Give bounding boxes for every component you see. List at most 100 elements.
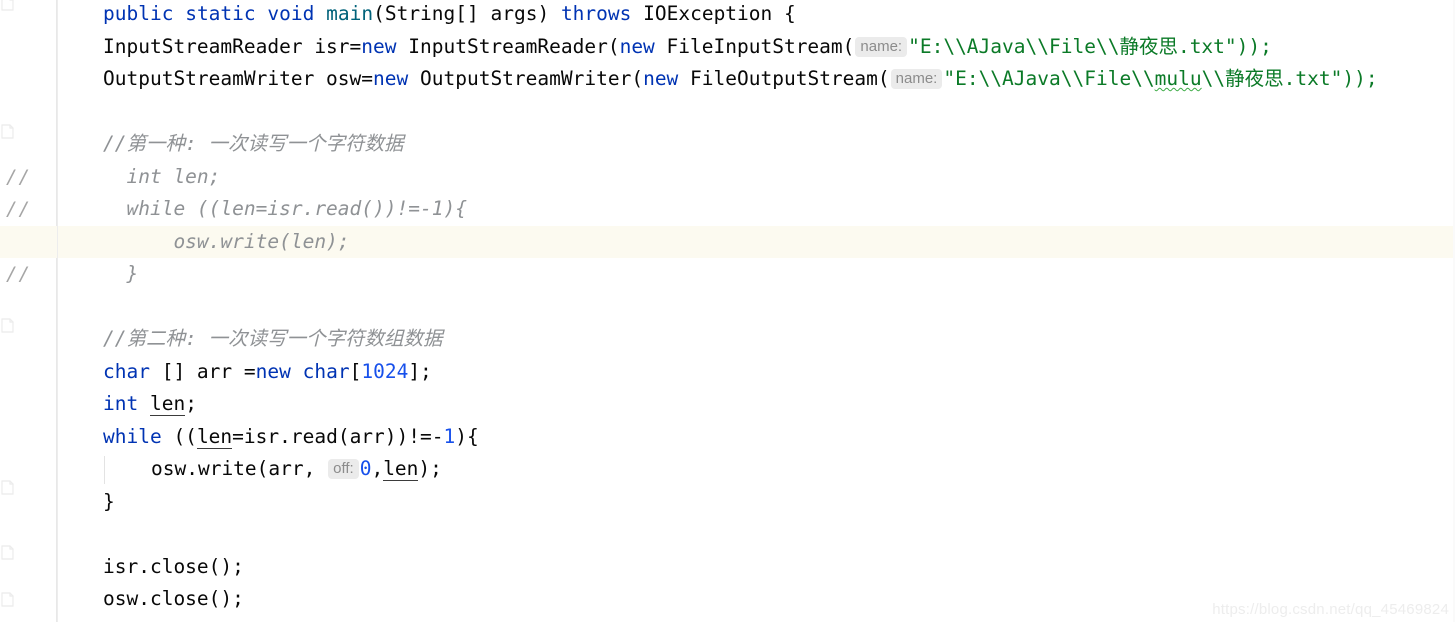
code-line[interactable]: [57, 96, 1455, 128]
code-token-cmt: int len;: [103, 164, 221, 188]
code-token-kw: new: [255, 359, 291, 383]
code-token-plain: InputStreamReader isr=: [103, 34, 362, 58]
code-line[interactable]: InputStreamReader isr= new InputStreamRea…: [57, 31, 1455, 63]
code-line-text: }: [57, 486, 115, 518]
gutter-comment-marker: //: [6, 198, 31, 220]
code-token-plain: =isr.read(arr))!=-: [232, 424, 444, 448]
code-fold-icon[interactable]: [1, 545, 14, 560]
code-token-plain: ((: [161, 424, 197, 448]
code-line[interactable]: }: [57, 258, 1455, 290]
code-token-str: \\静夜思.txt"));: [1201, 67, 1378, 90]
code-fold-icon[interactable]: [1, 592, 14, 607]
code-fold-icon[interactable]: [1, 480, 14, 495]
code-fold-icon[interactable]: [1, 124, 14, 139]
code-line-text: osw.close();: [57, 583, 244, 615]
code-token-cmt: }: [103, 262, 139, 285]
gutter-comment-marker: //: [6, 263, 31, 285]
cjk-text: 第一种: [126, 132, 185, 155]
code-token-num: 1: [443, 424, 456, 448]
code-token-plain: [] arr =: [149, 359, 256, 383]
code-content[interactable]: public static void main(String[] args) t…: [0, 0, 1455, 622]
code-token-kw: throws: [560, 2, 632, 25]
code-line-text: }: [57, 258, 138, 290]
code-line-text: while ((len=isr.read())!=-1){: [57, 193, 467, 225]
code-token-cmt: while ((len=isr.read())!=-1){: [103, 197, 467, 220]
code-fold-icon[interactable]: [1, 0, 14, 11]
cjk-text: 第二种: [126, 327, 185, 350]
code-line-text: public static void main(String[] args) t…: [57, 0, 796, 30]
code-line-text: //第二种: 一次读写一个字符数组数据: [57, 323, 443, 355]
code-editor[interactable]: //////// public static void main(String[…: [0, 0, 1455, 622]
typo-marker: mulu: [1154, 67, 1202, 90]
code-line[interactable]: osw.write(len);: [57, 226, 1455, 258]
parameter-hint-chip: off:: [328, 459, 359, 479]
code-token-kw: new: [373, 67, 409, 90]
code-token-plain: FileInputStream(: [654, 34, 855, 58]
parameter-hint-chip: name:: [890, 69, 943, 89]
code-token-plain: InputStreamReader(: [396, 34, 620, 58]
editor-gutter[interactable]: ////////: [0, 0, 57, 622]
method-body-indent-guide: [57, 0, 58, 622]
code-token-str: "E:\\AJava\\File\\: [943, 67, 1155, 90]
code-token-plain: ){: [455, 424, 479, 448]
code-line[interactable]: }: [57, 486, 1455, 518]
code-token-plain: ];: [408, 359, 432, 383]
code-token-kw: void: [267, 2, 315, 25]
code-token-kw: while: [103, 424, 162, 448]
code-line[interactable]: //第一种: 一次读写一个字符数据: [57, 128, 1455, 160]
code-token-plain: OutputStreamWriter osw=: [103, 67, 374, 90]
code-token-kw: int: [103, 392, 139, 415]
code-line[interactable]: char [] arr =new char[1024];: [57, 356, 1455, 388]
identifier-underlined: len: [149, 392, 186, 416]
code-token-str: "E:\\AJava\\File\\静夜思.txt"));: [908, 34, 1272, 58]
identifier-underlined: len: [383, 457, 419, 481]
code-line-text: isr.close();: [57, 551, 244, 583]
code-token-kw: public: [103, 2, 174, 25]
code-token-plain: isr.close();: [103, 554, 244, 578]
code-line[interactable]: osw.write(arr, off: 0,len);: [57, 453, 1455, 485]
code-line-text: OutputStreamWriter osw=new OutputStreamW…: [57, 63, 1378, 97]
code-token-plain: osw.close();: [103, 587, 244, 610]
code-line[interactable]: //第二种: 一次读写一个字符数组数据: [57, 323, 1455, 355]
code-token-plain: [: [349, 359, 362, 383]
code-token-plain: }: [103, 489, 115, 513]
code-token-kw: new: [619, 34, 655, 58]
code-line[interactable]: int len;: [57, 161, 1455, 193]
code-line[interactable]: OutputStreamWriter osw=new OutputStreamW…: [57, 63, 1455, 95]
code-token-kw: static: [185, 2, 256, 25]
code-line[interactable]: while ((len=isr.read())!=-1){: [57, 193, 1455, 225]
code-token-num: 0: [359, 457, 372, 480]
identifier-underlined: len: [196, 424, 233, 449]
code-token-meth: main: [326, 2, 374, 25]
code-line[interactable]: while ((len=isr.read(arr))!=-1){: [57, 421, 1455, 453]
code-token-cmt: //第一种: 一次读写一个字符数据: [103, 132, 404, 155]
code-line[interactable]: isr.close();: [57, 551, 1455, 583]
cjk-text: 静夜思: [1119, 34, 1178, 58]
code-token-plain: (String[] args): [373, 2, 561, 25]
code-line-text: while ((len=isr.read(arr))!=-1){: [57, 421, 479, 453]
code-line-text: char [] arr =new char[1024];: [57, 356, 432, 388]
code-token-plain: IOException {: [631, 2, 796, 25]
code-line-text: int len;: [57, 161, 220, 193]
indent-guide: [104, 456, 105, 484]
code-token-plain: osw.write(arr,: [151, 457, 328, 480]
code-token-plain: OutputStreamWriter(: [408, 67, 644, 90]
code-token-kw: char: [302, 359, 350, 383]
code-line-text: int len;: [57, 388, 197, 420]
csdn-watermark: https://blog.csdn.net/qq_45469824: [1212, 601, 1449, 618]
code-line[interactable]: [57, 291, 1455, 323]
code-token-plain: ,: [371, 457, 384, 480]
code-token-kw: char: [103, 359, 150, 383]
code-line[interactable]: int len;: [57, 388, 1455, 420]
code-token-plain: ;: [185, 392, 197, 415]
gutter-comment-marker: //: [6, 165, 31, 188]
code-line-text: osw.write(len);: [57, 226, 349, 258]
code-line[interactable]: public static void main(String[] args) t…: [57, 0, 1455, 30]
code-token-num: 1024: [361, 359, 409, 383]
code-fold-icon[interactable]: [1, 318, 14, 333]
code-line[interactable]: [57, 518, 1455, 550]
